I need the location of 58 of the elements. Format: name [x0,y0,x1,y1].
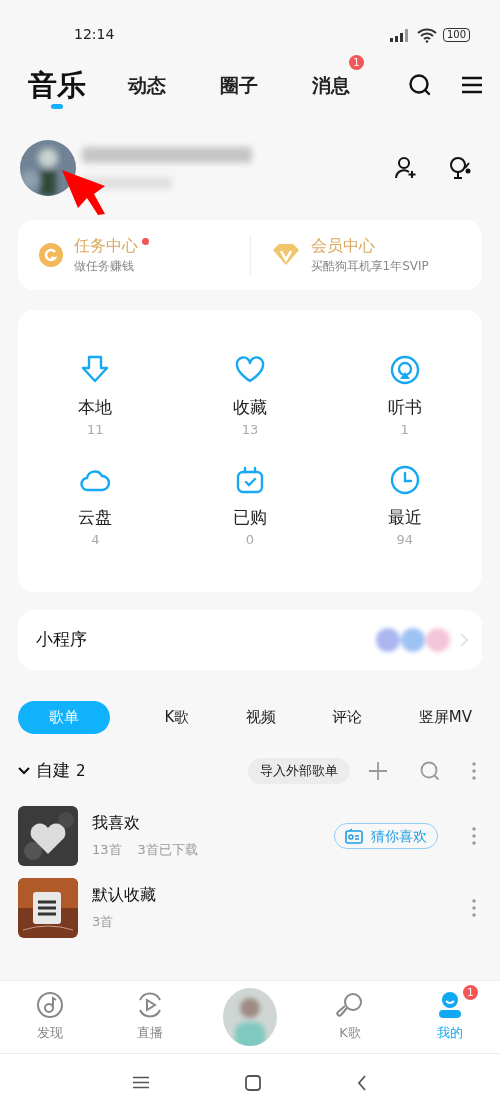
shortcut-item[interactable]: 已购 0 [172,464,328,548]
add-friend-icon[interactable] [394,155,418,180]
playlist-name: 我喜欢 [92,812,141,835]
home-icon[interactable] [245,1074,261,1091]
chevron-right-icon [460,633,468,647]
status-time: 12:14 [74,25,115,44]
battery-level: 100 [442,27,470,42]
add-icon[interactable] [368,761,388,781]
more-icon[interactable] [472,899,476,917]
nav-tab[interactable]: K歌 [336,991,364,1043]
content-tab[interactable]: K歌 [162,701,192,734]
shortcut-item[interactable]: 听书 1 [327,354,482,438]
signal-icon [388,27,411,42]
promo-subtitle: 买酷狗耳机享1年SVIP [310,258,429,275]
active-tab-indicator [51,104,63,109]
shortcut-item[interactable]: 本地 11 [18,354,173,438]
playlist-info: 3首 [92,913,114,932]
search-icon[interactable] [408,73,432,97]
top-tab[interactable]: 音乐 [28,67,86,103]
shortcut-item[interactable]: 最近 94 [327,464,482,548]
wifi-icon [416,26,437,43]
nav-tab[interactable]: 直播 [136,991,164,1043]
playlist-info: 3首已下载 [137,841,198,860]
top-tab[interactable]: 动态 [128,67,166,103]
content-tab[interactable]: 竖屏MV [416,701,474,734]
playlist-row[interactable]: 我喜欢 13首 3首已下载 猜你喜欢 [0,806,500,866]
radio-icon [345,828,363,844]
music-disc-icon [36,991,64,1020]
blurred-app-icon[interactable] [376,628,400,652]
section-toggle[interactable]: 自建 2 [18,758,86,784]
playlist-row[interactable]: 默认收藏 3首 [0,878,500,938]
content-tab[interactable]: 评论 [330,701,365,734]
top-tab[interactable]: 消息 [312,67,350,103]
import-playlist-button[interactable]: 导入外部歌单 [248,758,350,784]
notification-badge: 1 [463,985,478,1001]
bag-icon [234,464,266,496]
menu-icon[interactable] [133,1076,149,1089]
content-tab[interactable]: 视频 [243,701,278,734]
back-icon[interactable] [357,1074,367,1091]
play-icon [136,991,164,1020]
mini-program-title: 小程序 [36,628,87,652]
notification-badge: 1 [349,55,364,70]
more-icon[interactable] [472,827,476,845]
user-icon [436,991,464,1020]
shortcut-item[interactable]: 云盘 4 [18,464,173,548]
chevron-icon [18,765,30,777]
shortcut-item[interactable]: 收藏 13 [172,354,328,438]
top-tab[interactable]: 圈子 [220,67,258,103]
coin-icon [38,242,64,268]
more-icon[interactable] [472,762,476,780]
clock-icon [388,464,421,496]
mini-program-card[interactable]: 小程序 [18,610,482,670]
blurred-app-icon[interactable] [401,628,425,652]
nav-tab[interactable]: 发现 [36,991,64,1043]
playlist-name: 默认收藏 [92,884,156,907]
playlist-info: 13首 [92,841,122,860]
menu-icon[interactable] [462,76,482,94]
promo-subtitle: 做任务赚钱 [74,258,135,275]
